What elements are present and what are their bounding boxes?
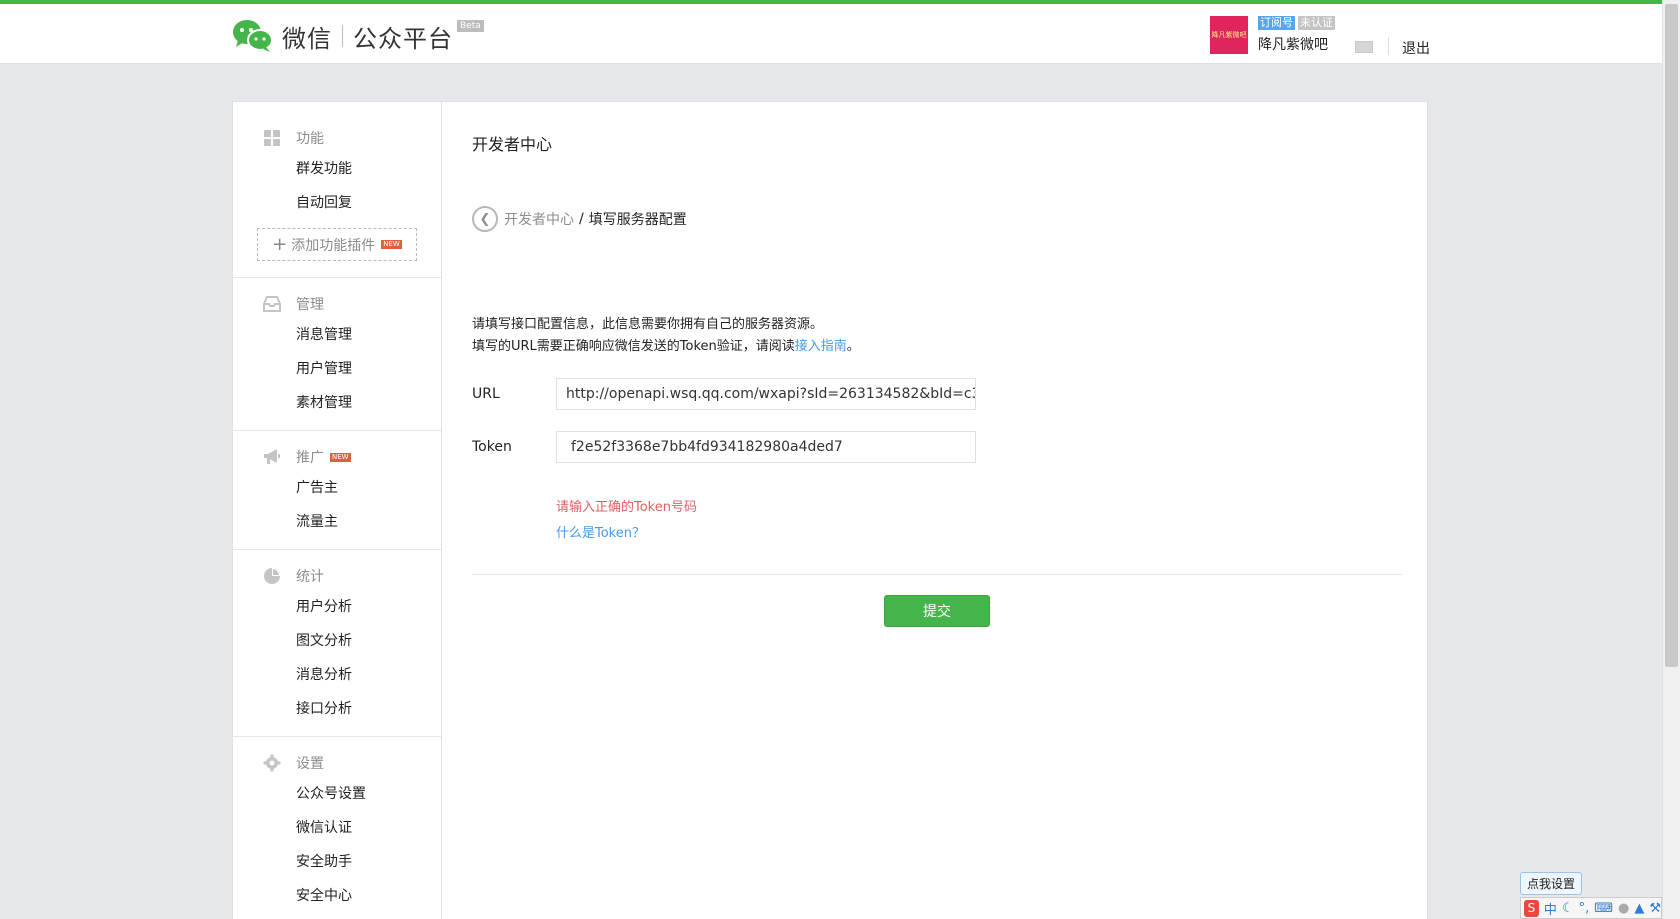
sidebar-group-title: 推广 xyxy=(296,450,324,466)
ime-language-toggle[interactable]: 中 xyxy=(1544,899,1557,918)
megaphone-icon xyxy=(263,448,281,466)
grid-icon xyxy=(263,129,281,147)
token-row: Token f2e52f3368e7bb4fd934182980a4ded7 xyxy=(472,431,976,463)
wechat-icon xyxy=(232,18,274,54)
sidebar-item-wechat-verification[interactable]: 微信认证 xyxy=(233,811,441,845)
wrench-icon[interactable]: ⚒ xyxy=(1649,901,1661,916)
logo-separator xyxy=(342,25,343,47)
page-title: 开发者中心 xyxy=(472,135,553,154)
what-is-token-link[interactable]: 什么是Token？ xyxy=(556,522,645,541)
plus-icon: + xyxy=(272,234,288,255)
sidebar-item-security-center[interactable]: 安全中心 xyxy=(233,879,441,913)
sidebar-item-messages[interactable]: 消息管理 xyxy=(233,318,441,352)
account-type-tag[interactable]: 订阅号 xyxy=(1258,16,1295,30)
beta-badge: Beta xyxy=(457,20,484,32)
account-name[interactable]: 降凡紫微吧 xyxy=(1258,34,1335,54)
logo-subtitle: 公众平台 xyxy=(353,24,453,53)
access-guide-link[interactable]: 接入指南 xyxy=(795,339,847,354)
sidebar-item-users[interactable]: 用户管理 xyxy=(233,352,441,386)
main-container: 功能 群发功能 自动回复 + 添加功能插件 NEW 管理 消息管理 用户管理 素… xyxy=(232,101,1428,919)
sidebar-item-publisher[interactable]: 流量主 xyxy=(233,505,441,539)
add-plugin-button[interactable]: + 添加功能插件 NEW xyxy=(257,228,417,261)
breadcrumb-separator: / xyxy=(579,211,584,227)
sidebar-group-manage: 管理 消息管理 用户管理 素材管理 xyxy=(233,278,441,431)
token-input[interactable]: f2e52f3368e7bb4fd934182980a4ded7 xyxy=(556,431,976,463)
add-plugin-label: 添加功能插件 xyxy=(291,237,376,254)
sidebar-item-security-assistant[interactable]: 安全助手 xyxy=(233,845,441,879)
breadcrumb-current: 填写服务器配置 xyxy=(588,212,687,228)
punctuation-icon[interactable]: °, xyxy=(1579,901,1590,916)
keyboard-icon[interactable]: ⌨ xyxy=(1594,901,1613,916)
verification-status-tag[interactable]: 未认证 xyxy=(1298,16,1335,30)
token-error-message: 请输入正确的Token号码 xyxy=(556,500,697,515)
url-row: URL http://openapi.wsq.qq.com/wxapi?sId=… xyxy=(472,378,976,410)
top-header: 微信 公众平台 Beta 降凡紫微吧 订阅号 未认证 降凡紫微吧 退出 xyxy=(0,4,1662,64)
sidebar-group-title: 设置 xyxy=(296,756,324,772)
account-info: 降凡紫微吧 订阅号 未认证 降凡紫微吧 xyxy=(1210,16,1335,54)
description-end: 。 xyxy=(846,339,860,354)
url-label: URL xyxy=(472,386,500,402)
sidebar-group-settings: 设置 公众号设置 微信认证 安全助手 安全中心 xyxy=(233,737,441,919)
sidebar-item-materials[interactable]: 素材管理 xyxy=(233,386,441,420)
url-input[interactable]: http://openapi.wsq.qq.com/wxapi?sId=2631… xyxy=(556,378,976,410)
header-divider xyxy=(1388,37,1389,55)
description-line-1: 请填写接口配置信息，此信息需要你拥有自己的服务器资源。 xyxy=(472,317,824,332)
shirt-icon[interactable]: ▲ xyxy=(1634,901,1644,916)
logo-title: 微信 xyxy=(282,24,332,53)
sidebar-item-advertiser[interactable]: 广告主 xyxy=(233,471,441,505)
token-label: Token xyxy=(472,439,512,455)
avatar-text: 降凡紫微吧 xyxy=(1211,30,1247,39)
mail-icon[interactable] xyxy=(1355,41,1373,53)
sidebar-group-stats: 统计 用户分析 图文分析 消息分析 接口分析 xyxy=(233,550,441,737)
logout-link[interactable]: 退出 xyxy=(1402,38,1430,58)
sidebar-item-user-analytics[interactable]: 用户分析 xyxy=(233,590,441,624)
sidebar-item-article-analytics[interactable]: 图文分析 xyxy=(233,624,441,658)
user-icon[interactable]: ● xyxy=(1618,901,1629,916)
sidebar-item-account-settings[interactable]: 公众号设置 xyxy=(233,777,441,811)
pie-chart-icon xyxy=(263,567,281,585)
gear-icon xyxy=(263,754,281,772)
back-arrow-icon[interactable]: ❮ xyxy=(472,206,498,232)
config-description: 请填写接口配置信息，此信息需要你拥有自己的服务器资源。 填写的URL需要正确响应… xyxy=(472,314,860,358)
sidebar-item-auto-reply[interactable]: 自动回复 xyxy=(233,186,441,220)
new-badge: NEW xyxy=(381,240,402,249)
form-divider xyxy=(472,574,1402,575)
moon-icon[interactable]: ☾ xyxy=(1562,901,1574,916)
breadcrumb-parent-link[interactable]: 开发者中心 xyxy=(504,209,574,229)
ime-settings-tooltip[interactable]: 点我设置 xyxy=(1520,872,1583,895)
avatar[interactable]: 降凡紫微吧 xyxy=(1210,16,1248,54)
wechat-logo[interactable]: 微信 公众平台 Beta xyxy=(232,18,484,54)
new-badge: NEW xyxy=(330,452,351,462)
breadcrumb: ❮ 开发者中心 / 填写服务器配置 xyxy=(472,206,687,232)
scrollbar-thumb[interactable] xyxy=(1665,4,1678,667)
sidebar-group-promotion: 推广 NEW 广告主 流量主 xyxy=(233,431,441,550)
sidebar-group-features: 功能 群发功能 自动回复 + 添加功能插件 NEW xyxy=(233,102,441,278)
sidebar-group-title: 管理 xyxy=(296,297,324,313)
inbox-icon xyxy=(263,295,281,313)
sidebar-group-title: 统计 xyxy=(296,569,324,585)
sidebar: 功能 群发功能 自动回复 + 添加功能插件 NEW 管理 消息管理 用户管理 素… xyxy=(233,102,442,919)
page-scrollbar[interactable] xyxy=(1662,0,1680,919)
sidebar-item-api-analytics[interactable]: 接口分析 xyxy=(233,692,441,726)
ime-toolbar: S 中 ☾ °, ⌨ ● ▲ ⚒ xyxy=(1520,897,1662,919)
sidebar-item-mass-send[interactable]: 群发功能 xyxy=(233,152,441,186)
sidebar-group-title: 功能 xyxy=(296,131,324,147)
description-line-2: 填写的URL需要正确响应微信发送的Token验证，请阅读 xyxy=(472,339,795,354)
sogou-ime-icon[interactable]: S xyxy=(1524,899,1539,917)
sidebar-item-message-analytics[interactable]: 消息分析 xyxy=(233,658,441,692)
submit-button[interactable]: 提交 xyxy=(884,595,990,627)
